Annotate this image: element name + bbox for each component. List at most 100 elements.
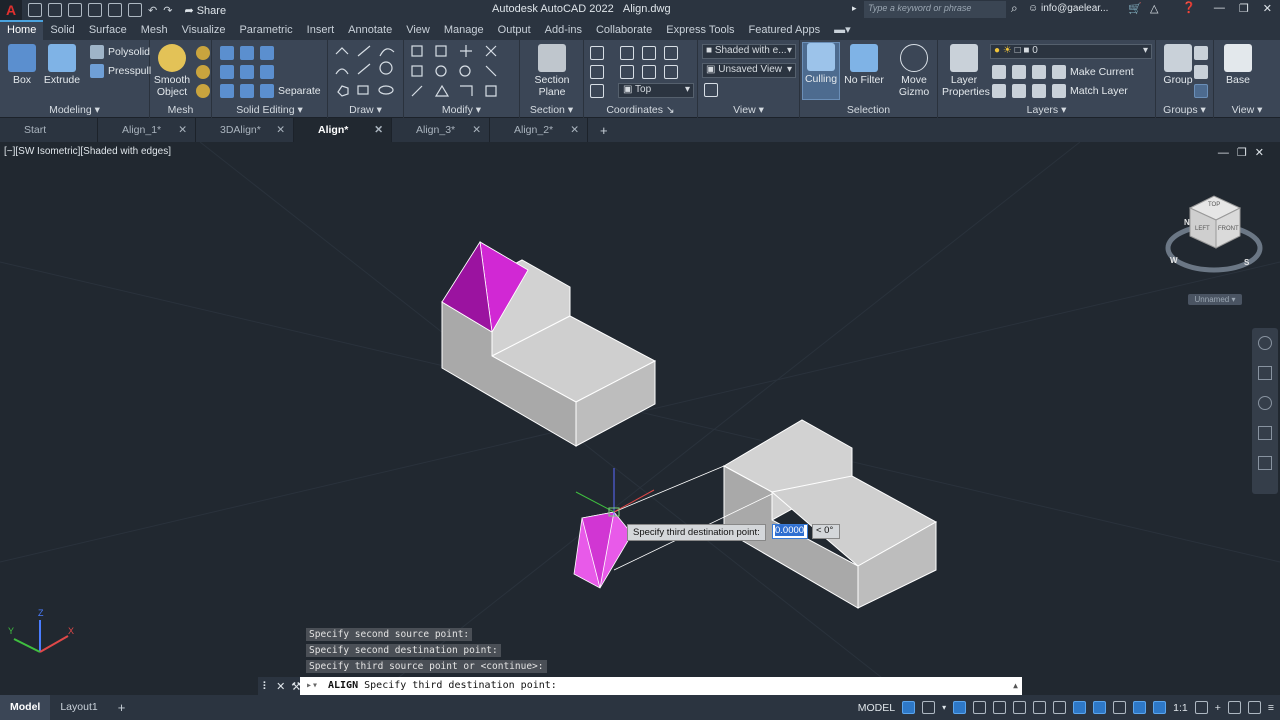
annotation-visibility-icon[interactable]: [1133, 701, 1147, 714]
autodesk-app-icon[interactable]: △: [1150, 2, 1158, 15]
extrude-button[interactable]: Extrude: [40, 44, 84, 86]
doc-tab-align-1[interactable]: Align_1* ✕: [98, 118, 196, 142]
panel-title-mesh[interactable]: Mesh: [150, 104, 211, 116]
ucs-icon-toggle[interactable]: [590, 84, 604, 98]
grid-icon[interactable]: [902, 701, 916, 714]
clean-screen-icon[interactable]: [1247, 701, 1261, 714]
modify-tools-icon[interactable]: [410, 44, 516, 98]
layer-properties-button[interactable]: Layer Properties: [942, 44, 990, 98]
layer-lock-icon[interactable]: [992, 84, 1006, 98]
save-icon[interactable]: [68, 3, 82, 17]
doc-tab-align-3[interactable]: Align_3* ✕: [392, 118, 490, 142]
redo-icon[interactable]: ↷: [163, 4, 172, 17]
ucs-x-icon[interactable]: [620, 65, 634, 79]
grip-icon[interactable]: ⠇: [262, 680, 270, 693]
culling-button[interactable]: Culling: [802, 42, 840, 100]
group-edit-icon[interactable]: [1194, 65, 1208, 79]
add-layout-plus-icon[interactable]: +: [108, 695, 136, 720]
tab-surface[interactable]: Surface: [82, 20, 134, 40]
ucs-view-icon[interactable]: [590, 65, 604, 79]
command-history-toggle-icon[interactable]: ▲: [1013, 677, 1018, 695]
smooth-object-button[interactable]: Smooth Object: [150, 44, 194, 98]
lower-magenta-wedge[interactable]: [573, 511, 633, 589]
ucs-z-icon[interactable]: [664, 65, 678, 79]
workspace-gear-icon[interactable]: [1194, 701, 1208, 714]
open-icon[interactable]: [48, 3, 62, 17]
layer-isolate-icon[interactable]: [1012, 65, 1026, 79]
ucs-world-icon[interactable]: [620, 46, 634, 60]
panel-title-modify[interactable]: Modify ▾: [404, 104, 519, 116]
tab-manage[interactable]: Manage: [437, 20, 491, 40]
tab-annotate[interactable]: Annotate: [341, 20, 399, 40]
panel-title-groups[interactable]: Groups ▾: [1156, 104, 1213, 116]
ucs-menu[interactable]: Unnamed ▾: [1188, 294, 1242, 305]
dynamic-input-angle[interactable]: < 0°: [812, 524, 840, 539]
tab-home[interactable]: Home: [0, 20, 44, 40]
customization-menu-icon[interactable]: ≡: [1268, 702, 1274, 714]
tab-visualize[interactable]: Visualize: [175, 20, 233, 40]
gizmo-icon[interactable]: [1113, 701, 1127, 714]
units-icon[interactable]: [1227, 701, 1241, 714]
viewport-config-icon[interactable]: [704, 83, 718, 97]
annotation-monitor-plus-icon[interactable]: +: [1215, 702, 1221, 714]
ucs-3point-icon[interactable]: [664, 46, 678, 60]
tab-insert[interactable]: Insert: [300, 20, 342, 40]
tab-view[interactable]: View: [399, 20, 437, 40]
panel-title-draw[interactable]: Draw ▾: [328, 104, 403, 116]
tab-addins[interactable]: Add-ins: [538, 20, 589, 40]
tab-featured-apps[interactable]: Featured Apps: [742, 20, 828, 40]
union-icon[interactable]: [220, 46, 234, 60]
web-mobile-icon[interactable]: [108, 3, 122, 17]
ucs-y-icon[interactable]: [642, 65, 656, 79]
imprint-icon[interactable]: [220, 84, 234, 98]
layer-thaw-icon[interactable]: [1032, 84, 1046, 98]
mesh-crease-icon[interactable]: [196, 65, 210, 79]
doc-tab-3dalign[interactable]: 3DAlign* ✕: [196, 118, 294, 142]
close-icon[interactable]: ✕: [570, 118, 579, 142]
intersect-icon[interactable]: [260, 46, 274, 60]
make-current-button[interactable]: Make Current: [1052, 65, 1134, 79]
auto-scale-icon[interactable]: [1153, 701, 1167, 714]
help-icon[interactable]: ❓: [1182, 1, 1196, 14]
model-space-toggle[interactable]: MODEL: [858, 702, 895, 714]
presspull-button[interactable]: Presspull: [90, 64, 151, 78]
new-tab-plus-icon[interactable]: +: [588, 123, 608, 138]
search-input[interactable]: Type a keyword or phrase: [864, 1, 1006, 18]
tab-mesh[interactable]: Mesh: [134, 20, 175, 40]
ucs-select[interactable]: ▣ Top ▾: [618, 83, 694, 98]
panel-title-coordinates[interactable]: Coordinates ↘: [584, 104, 697, 116]
draw-tools-icon[interactable]: [334, 44, 400, 98]
panel-title-solid-editing[interactable]: Solid Editing ▾: [212, 104, 327, 116]
slice-icon[interactable]: [240, 65, 254, 79]
named-view-select[interactable]: ▣ Unsaved View ▾: [702, 63, 796, 78]
shell-icon[interactable]: [240, 84, 254, 98]
object-tracking-icon[interactable]: [1033, 701, 1047, 714]
layout-tab-model[interactable]: Model: [0, 695, 51, 720]
close-icon[interactable]: ✕: [374, 118, 383, 142]
visual-style-select[interactable]: ■ Shaded with e... ▾: [702, 44, 796, 59]
doc-tab-start[interactable]: Start: [0, 118, 98, 142]
layer-off-icon[interactable]: [992, 65, 1006, 79]
chevron-down-icon[interactable]: ▾: [942, 703, 946, 712]
osnap-icon[interactable]: [1053, 701, 1067, 714]
polar-icon[interactable]: [993, 701, 1007, 714]
annotation-scale[interactable]: 1:1: [1173, 702, 1188, 714]
section-plane-button[interactable]: Section Plane: [530, 44, 574, 98]
ribbon-options-icon[interactable]: ▬▾: [827, 20, 858, 40]
restore-icon[interactable]: ❐: [1239, 2, 1249, 15]
search-toggle-icon[interactable]: ▸: [852, 3, 857, 14]
panel-title-section[interactable]: Section ▾: [520, 104, 583, 116]
model-space-canvas[interactable]: [0, 142, 1280, 692]
group-selection-icon[interactable]: [1194, 84, 1208, 98]
command-dropdown-icon[interactable]: ▸▾: [306, 677, 318, 695]
separate-button[interactable]: Separate: [260, 84, 321, 98]
plot-icon[interactable]: [128, 3, 142, 17]
orbit-icon[interactable]: [1258, 426, 1272, 440]
drawing-viewport[interactable]: [−][SW Isometric][Shaded with edges] ―❐✕: [0, 142, 1280, 692]
close-icon[interactable]: ✕: [1263, 2, 1272, 15]
dynamic-input-field[interactable]: 0.0000: [772, 524, 808, 539]
pan-icon[interactable]: [1258, 366, 1272, 380]
close-icon[interactable]: ✕: [276, 118, 285, 142]
base-view-button[interactable]: Base: [1216, 44, 1260, 86]
share-button[interactable]: ➦ Share: [184, 4, 226, 17]
